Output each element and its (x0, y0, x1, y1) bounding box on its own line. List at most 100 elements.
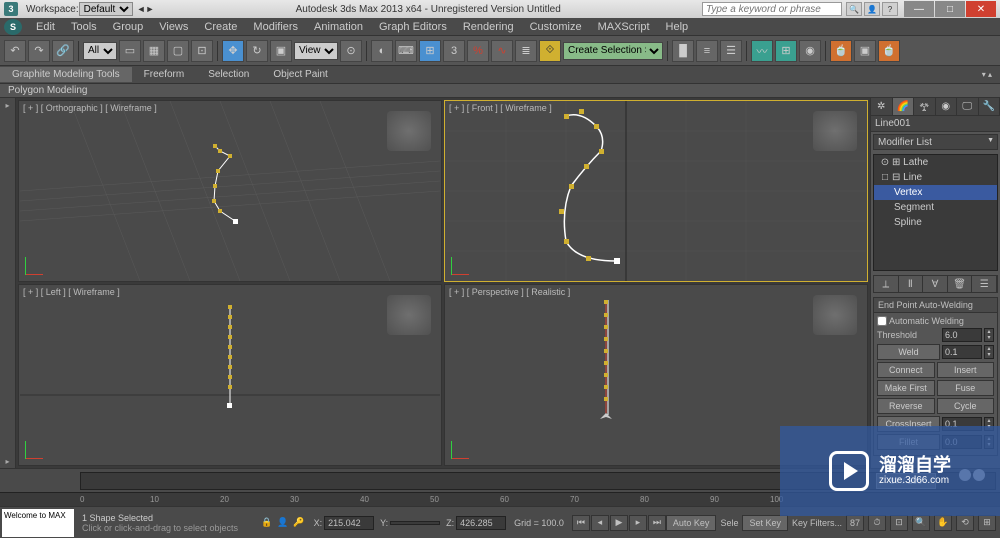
visibility-icon[interactable]: □ (880, 172, 890, 183)
utilities-tab-icon[interactable]: 🔧 (979, 98, 1000, 115)
menu-maxscript[interactable]: MAXScript (590, 21, 658, 33)
cycle-button[interactable]: Cycle (937, 398, 995, 414)
zoom-extents-icon[interactable]: ⊡ (890, 515, 908, 531)
menu-rendering[interactable]: Rendering (455, 21, 522, 33)
visibility-icon[interactable]: ⊙ (880, 157, 890, 168)
goto-start-icon[interactable]: ⏮ (572, 515, 590, 531)
modifier-stack[interactable]: ⊙⊞ Lathe □⊟ Line Vertex Segment Spline (873, 154, 998, 271)
select-name-icon[interactable]: ▦ (143, 40, 165, 62)
autokey-button[interactable]: Auto Key (666, 515, 717, 531)
motion-tab-icon[interactable]: ◉ (936, 98, 958, 115)
key-icon[interactable]: 🔑 (292, 516, 306, 530)
stack-lathe[interactable]: ⊙⊞ Lathe (874, 155, 997, 170)
tab-freeform[interactable]: Freeform (132, 67, 197, 82)
menu-animation[interactable]: Animation (306, 21, 371, 33)
play-icon[interactable]: ▶ (610, 515, 628, 531)
help-icon[interactable]: ? (882, 2, 898, 16)
keyboard-shortcut-icon[interactable]: ⌨ (395, 40, 417, 62)
workspace-select[interactable]: Default (79, 2, 133, 16)
time-config-icon[interactable]: ⏱ (868, 515, 886, 531)
sign-in-icon[interactable]: 👤 (864, 2, 880, 16)
maximize-button[interactable]: □ (935, 1, 965, 17)
curve-editor-icon[interactable]: 〰 (751, 40, 773, 62)
layer-icon[interactable]: ☰ (720, 40, 742, 62)
weld-button[interactable]: Weld (877, 344, 940, 360)
scale-icon[interactable]: ▣ (270, 40, 292, 62)
setkey-button[interactable]: Set Key (742, 515, 788, 531)
render-frame-icon[interactable]: ▣ (854, 40, 876, 62)
viewport-label[interactable]: [ + ] [ Perspective ] [ Realistic ] (449, 287, 570, 297)
mirror-icon[interactable]: ▐▌ (672, 40, 694, 62)
selection-filter[interactable]: All (83, 42, 117, 60)
prev-frame-icon[interactable]: ◂ (591, 515, 609, 531)
menu-tools[interactable]: Tools (63, 21, 105, 33)
select-region-icon[interactable]: ▢ (167, 40, 189, 62)
person-icon[interactable]: 👤 (276, 516, 290, 530)
x-input[interactable]: 215.042 (324, 516, 374, 530)
use-center-icon[interactable]: ⊙ (340, 40, 362, 62)
viewport-front[interactable]: [ + ] [ Front ] [ Wireframe ] (444, 100, 868, 282)
link-icon[interactable]: 🔗 (52, 40, 74, 62)
stack-spline[interactable]: Spline (874, 215, 997, 230)
pin-stack-icon[interactable]: ⟂ (874, 276, 899, 292)
viewcube-icon[interactable] (387, 111, 431, 151)
tab-graphite[interactable]: Graphite Modeling Tools (0, 67, 132, 82)
next-frame-icon[interactable]: ▸ (629, 515, 647, 531)
percent-snap-icon[interactable]: % (467, 40, 489, 62)
menu-create[interactable]: Create (196, 21, 245, 33)
app-menu-icon[interactable]: S (4, 19, 22, 35)
pan-icon[interactable]: ✋ (934, 515, 952, 531)
configure-icon[interactable]: ☰ (972, 276, 997, 292)
stack-line[interactable]: □⊟ Line (874, 170, 997, 185)
select-icon[interactable]: ▭ (119, 40, 141, 62)
history-arrows[interactable]: ◄► (137, 4, 155, 14)
z-input[interactable]: 426.285 (456, 516, 506, 530)
make-unique-icon[interactable]: ∀ (923, 276, 948, 292)
viewport-orthographic[interactable]: [ + ] [ Orthographic ] [ Wireframe ] (18, 100, 442, 282)
weld-spinner[interactable]: ▴▾ (984, 345, 994, 359)
named-sel-icon[interactable]: ⟐ (539, 40, 561, 62)
y-input[interactable] (390, 521, 440, 525)
menu-help[interactable]: Help (658, 21, 697, 33)
tab-selection[interactable]: Selection (196, 67, 261, 82)
show-end-result-icon[interactable]: Ⅱ (899, 276, 924, 292)
menu-edit[interactable]: Edit (28, 21, 63, 33)
stack-vertex[interactable]: Vertex (874, 185, 997, 200)
object-name-field[interactable]: Line001 (871, 116, 1000, 132)
strip-expand-icon[interactable]: ▸ (0, 98, 15, 112)
viewport-left[interactable]: [ + ] [ Left ] [ Wireframe ] (18, 284, 442, 466)
hierarchy-tab-icon[interactable]: 𐂷 (914, 98, 936, 115)
orbit-icon[interactable]: ⟲ (956, 515, 974, 531)
ref-coord-select[interactable]: View (294, 42, 338, 60)
help-search-icon[interactable]: 🔍 (846, 2, 862, 16)
fuse-button[interactable]: Fuse (937, 380, 995, 396)
selected-label[interactable]: Sele (720, 518, 738, 528)
manipulate-icon[interactable]: ◐ (371, 40, 393, 62)
weld-input[interactable] (942, 345, 982, 359)
insert-button[interactable]: Insert (937, 362, 995, 378)
search-input[interactable] (702, 2, 842, 16)
menu-group[interactable]: Group (105, 21, 152, 33)
viewport-label[interactable]: [ + ] [ Left ] [ Wireframe ] (23, 287, 120, 297)
align-icon[interactable]: ≡ (696, 40, 718, 62)
viewport-label[interactable]: [ + ] [ Orthographic ] [ Wireframe ] (23, 103, 157, 113)
render-icon[interactable]: 🍵 (878, 40, 900, 62)
threshold-spinner[interactable]: ▴▾ (984, 328, 994, 342)
frame-number-input[interactable]: 87 (846, 515, 864, 531)
stack-segment[interactable]: Segment (874, 200, 997, 215)
polygon-modeling-panel[interactable]: Polygon Modeling (0, 84, 1000, 98)
rollout-header[interactable]: End Point Auto-Welding (874, 298, 997, 313)
modifier-list-dropdown[interactable]: Modifier List (873, 134, 998, 150)
display-tab-icon[interactable]: 🖵 (957, 98, 979, 115)
remove-mod-icon[interactable]: 🗑 (948, 276, 973, 292)
zoom-icon[interactable]: 🔍 (912, 515, 930, 531)
edit-named-sel-icon[interactable]: ≣ (515, 40, 537, 62)
close-button[interactable]: ✕ (966, 1, 996, 17)
undo-icon[interactable]: ↶ (4, 40, 26, 62)
angle-snap-icon[interactable]: 3 (443, 40, 465, 62)
snap-toggle-icon[interactable]: ⊞ (419, 40, 441, 62)
ribbon-minimize-icon[interactable]: ▾ ▴ (974, 70, 1000, 79)
schematic-icon[interactable]: ⊞ (775, 40, 797, 62)
strip-collapse-icon[interactable]: ▸ (0, 454, 15, 468)
viewcube-icon[interactable] (387, 295, 431, 335)
